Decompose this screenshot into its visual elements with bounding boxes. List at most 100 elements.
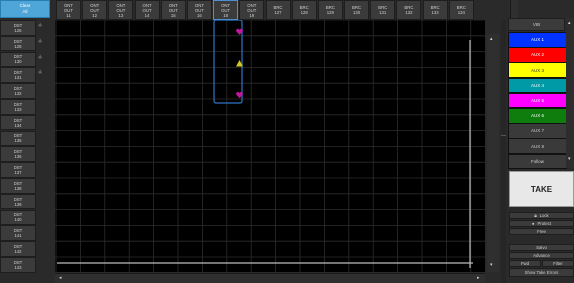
destination-label: 143 xyxy=(14,264,22,270)
source-header-cell[interactable]: BRC 132 xyxy=(396,0,422,20)
lock-button[interactable]: 🔒︎ Lock xyxy=(509,212,574,220)
destination-row-button[interactable]: DST 130 xyxy=(0,51,36,68)
source-header-cell[interactable]: BRC 128 xyxy=(291,0,317,20)
destination-row-button[interactable]: DST 135 xyxy=(0,130,36,147)
vib-title[interactable]: VIB xyxy=(508,18,565,31)
source-header-text: 12 xyxy=(92,12,98,18)
destination-row-button[interactable]: DST 141 xyxy=(0,225,36,241)
filter-button[interactable]: Filter xyxy=(542,260,574,268)
lock-label: Lock xyxy=(539,213,549,219)
destination-label: 134 xyxy=(14,122,22,128)
destination-label: 131 xyxy=(14,75,22,81)
source-header-cell[interactable]: ONT OUT 14 xyxy=(134,0,160,20)
clear-all-label-line2: All xyxy=(22,9,28,14)
destination-row-button[interactable]: DST 126 xyxy=(0,20,36,36)
source-header-cell[interactable]: ONT OUT 12 xyxy=(82,0,108,20)
destination-lock-icon: ≟ xyxy=(38,54,43,61)
source-header-row: ONT OUT 11 ONT OUT 12 ONT OUT 13 ONT OUT 14 ONT OUT 15… xyxy=(56,0,506,20)
protect-button[interactable]: ● Protect xyxy=(509,220,574,228)
aux-item[interactable]: AUX 7 xyxy=(508,123,567,139)
vib-scroll-up-icon[interactable]: ▴ xyxy=(568,20,571,26)
scroll-up-arrow-icon[interactable]: ▴ xyxy=(490,36,493,42)
fwd-button[interactable]: Fwd xyxy=(509,260,541,268)
crosspoint-grid[interactable] xyxy=(55,20,485,272)
destination-label: 135 xyxy=(14,138,22,144)
source-header-text: 15 xyxy=(170,12,176,18)
aux-item[interactable]: AUX 3 xyxy=(508,62,567,78)
aux-item[interactable]: AUX 6 xyxy=(508,108,567,124)
destination-label: 142 xyxy=(14,248,22,254)
panel-divider[interactable] xyxy=(501,20,506,283)
source-header-cell[interactable]: ONT OUT 15 xyxy=(160,0,186,20)
source-header-cell[interactable]: BRC 127 xyxy=(265,0,291,20)
lock-icon: 🔒︎ xyxy=(534,213,537,219)
destination-row-button[interactable]: DST 143 xyxy=(0,257,36,273)
vib-scroll-down-icon[interactable]: ▾ xyxy=(568,156,571,162)
destination-label: 140 xyxy=(14,217,22,223)
show-take-errors-button[interactable]: Show Take Errors xyxy=(509,268,574,277)
destination-label: 130 xyxy=(14,59,22,65)
source-header-cell[interactable]: ONT OUT 11 xyxy=(56,0,81,20)
destination-lock-icon: ≟ xyxy=(38,70,43,77)
aux-item[interactable]: AUX 5 xyxy=(508,92,567,109)
source-header-text: 127 xyxy=(274,10,282,15)
destination-label: 126 xyxy=(14,27,22,33)
source-header-cell[interactable]: BRC 130 xyxy=(344,0,370,20)
destination-row-button[interactable]: DST 139 xyxy=(0,193,36,210)
scroll-left-arrow-icon[interactable]: ◂ xyxy=(59,275,62,281)
aux-item[interactable]: AUX 1 xyxy=(508,32,567,48)
destination-row-button[interactable]: DST 137 xyxy=(0,162,36,178)
destination-row-button[interactable]: DST 136 xyxy=(0,146,36,162)
grid-lines xyxy=(55,20,485,272)
destination-row-button[interactable]: DST 131 xyxy=(0,67,36,83)
source-header-text: 19 xyxy=(249,12,255,18)
source-header-text: 130 xyxy=(352,10,361,15)
source-header-cell[interactable]: BRC 133 xyxy=(422,0,448,20)
source-header-text: 13 xyxy=(118,12,124,18)
destination-label: 139 xyxy=(14,201,22,207)
destination-column: DST 126 ≟ DST 128 ≟ DST 130 ≟ DST 131 ≟ DST 132 DST 133… xyxy=(0,20,50,275)
source-header-text: 131 xyxy=(379,10,387,15)
destination-row-button[interactable]: DST 134 xyxy=(0,114,36,131)
destination-label: 137 xyxy=(14,169,22,175)
source-header-text: 14 xyxy=(144,12,150,18)
destination-row-button[interactable]: DST 142 xyxy=(0,241,36,257)
aux-item[interactable]: AUX 8 xyxy=(508,138,567,154)
vertical-scrollbar[interactable]: ▴ ▾ xyxy=(487,34,499,272)
clear-all-button[interactable]: Clear All xyxy=(0,0,50,18)
destination-label: 133 xyxy=(14,106,22,112)
destination-row-button[interactable]: DST 140 xyxy=(0,209,36,226)
aux-item[interactable]: Follow xyxy=(508,153,567,170)
source-header-cell[interactable]: BRC 134 xyxy=(448,0,474,20)
destination-row-button[interactable]: DST 132 xyxy=(0,83,36,99)
destination-lock-icon: ≟ xyxy=(38,23,43,29)
destination-row-button[interactable]: DST 133 xyxy=(0,99,36,115)
scroll-down-arrow-icon[interactable]: ▾ xyxy=(490,262,493,268)
vib-panel: VIB AUX 1 AUX 2 AUX 3 AUX 4 AUX 5 AUX 6 AUX 7A… xyxy=(508,18,567,170)
scroll-right-arrow-icon[interactable]: ▸ xyxy=(477,275,480,281)
source-header-text: 18 xyxy=(223,12,229,18)
aux-item[interactable]: AUX 4 xyxy=(508,77,567,94)
destination-row-button[interactable]: DST 138 xyxy=(0,178,36,194)
source-header-cell[interactable]: ONT OUT 16 xyxy=(186,0,212,20)
source-header-cell[interactable]: BRC 131 xyxy=(370,0,396,20)
source-header-cell[interactable]: ONT OUT 18 xyxy=(213,0,239,20)
horizontal-scrollbar[interactable]: ◂ ▸ xyxy=(55,273,485,283)
aux-list: AUX 1 AUX 2 AUX 3 AUX 4 AUX 5 AUX 6 AUX 7 AUX 8… xyxy=(508,32,567,170)
salvo-button[interactable]: Salvo xyxy=(509,244,574,252)
header-scroll-area[interactable] xyxy=(510,0,518,18)
destination-label: 136 xyxy=(14,154,22,160)
source-header-cell[interactable]: ONT OUT 19 xyxy=(239,0,265,20)
source-header-cell[interactable]: ONT OUT 13 xyxy=(108,0,134,20)
source-header-cell[interactable]: BRC 129 xyxy=(317,0,343,20)
vib-scrollbar[interactable]: ▴ ▾ xyxy=(566,18,574,168)
source-header-text: 128 xyxy=(300,10,308,15)
take-button[interactable]: TAKE xyxy=(509,171,574,207)
source-header-text: 129 xyxy=(326,10,334,15)
aux-item[interactable]: AUX 2 xyxy=(508,47,567,63)
source-header-text: 11 xyxy=(66,12,71,18)
destination-row-button[interactable]: DST 128 xyxy=(0,35,36,52)
free-button[interactable]: Free xyxy=(509,228,574,236)
advance-button[interactable]: Advance xyxy=(509,252,574,260)
destination-label: 132 xyxy=(14,90,22,96)
